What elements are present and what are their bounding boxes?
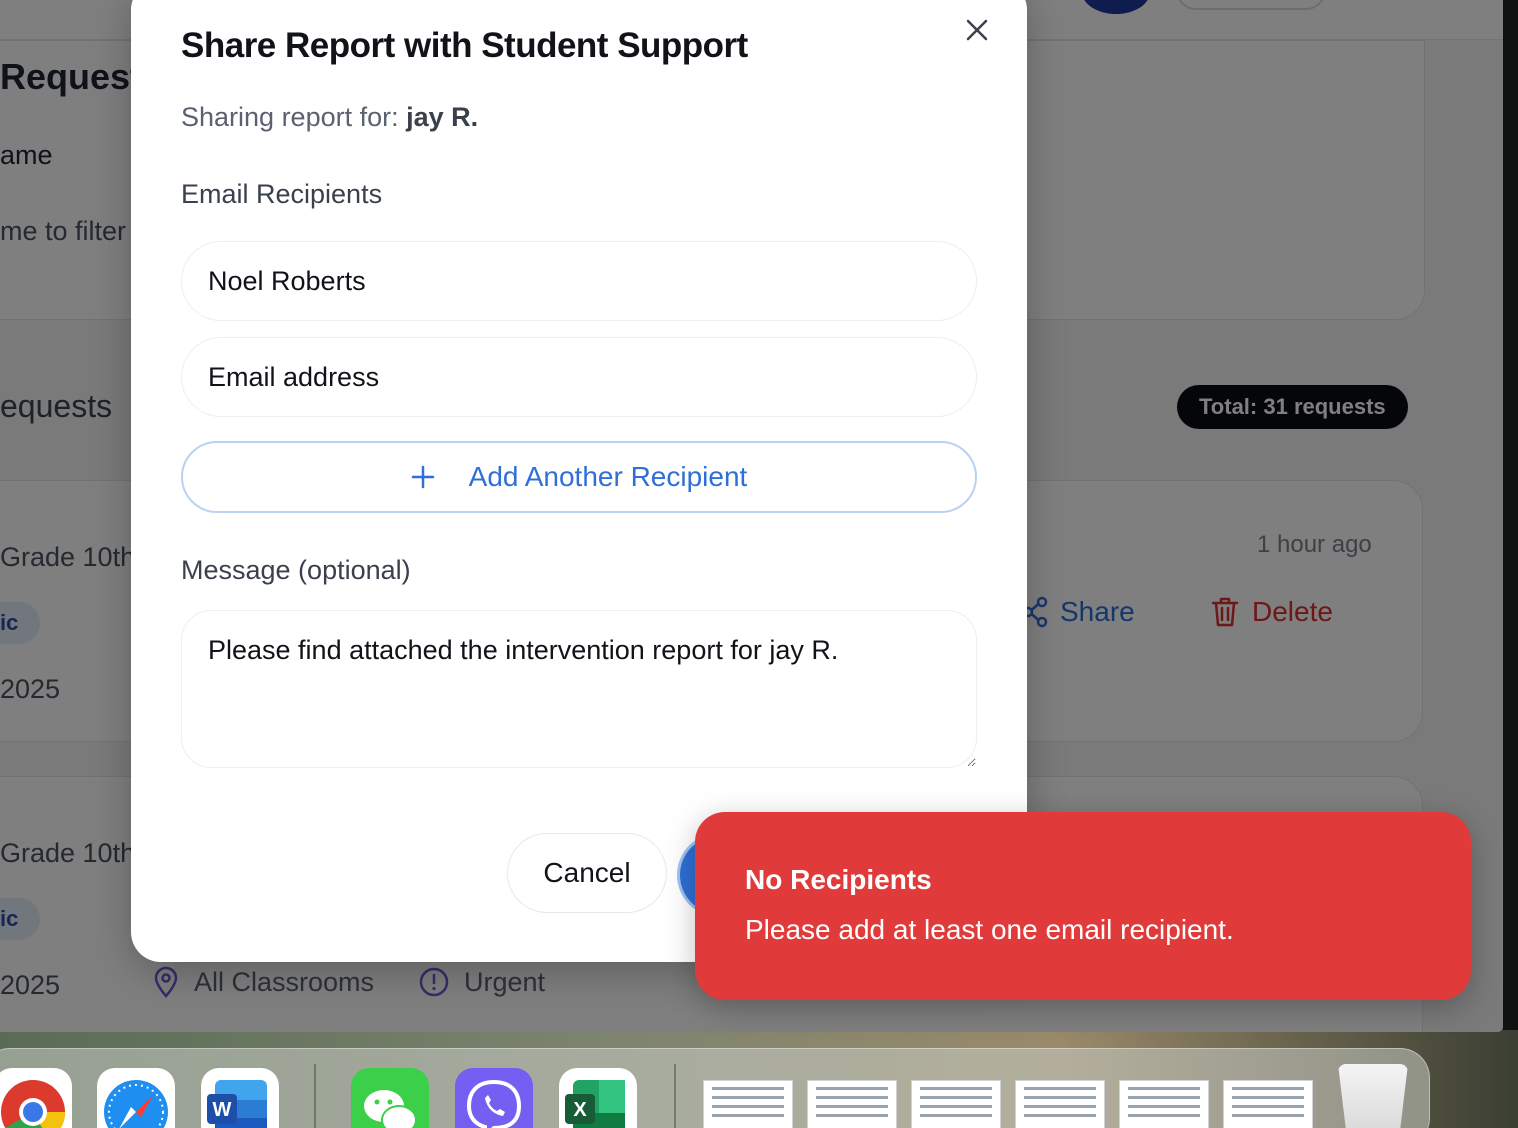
add-recipient-label: Add Another Recipient bbox=[468, 461, 748, 492]
trash-icon[interactable] bbox=[1338, 1064, 1408, 1128]
recent-document-thumbnail[interactable] bbox=[1119, 1080, 1209, 1128]
close-icon bbox=[966, 19, 988, 41]
error-toast: No Recipients Please add at least one em… bbox=[695, 812, 1471, 1000]
word-icon[interactable]: W bbox=[201, 1068, 279, 1128]
excel-icon[interactable]: X bbox=[559, 1068, 637, 1128]
desktop-wallpaper-edge bbox=[1503, 0, 1518, 1128]
dock-separator bbox=[314, 1064, 316, 1128]
close-button[interactable] bbox=[959, 12, 995, 48]
toast-message: Please add at least one email recipient. bbox=[745, 914, 1234, 945]
dialog-title: Share Report with Student Support bbox=[181, 26, 748, 65]
safari-icon[interactable] bbox=[97, 1068, 175, 1128]
recent-document-thumbnail[interactable] bbox=[1223, 1080, 1313, 1128]
student-name: jay R. bbox=[406, 102, 479, 132]
plus-icon bbox=[411, 465, 434, 489]
message-textarea[interactable]: Please find attached the intervention re… bbox=[181, 610, 977, 768]
recent-document-thumbnail[interactable] bbox=[1015, 1080, 1105, 1128]
email-recipients-label: Email Recipients bbox=[181, 179, 383, 209]
viber-icon[interactable] bbox=[455, 1068, 533, 1128]
add-recipient-button[interactable]: Add Another Recipient bbox=[181, 441, 977, 513]
svg-text:W: W bbox=[213, 1099, 232, 1121]
recent-document-thumbnail[interactable] bbox=[807, 1080, 897, 1128]
recent-document-thumbnail[interactable] bbox=[703, 1080, 793, 1128]
subtitle-prefix: Sharing report for: bbox=[181, 102, 407, 132]
recipient-email-input[interactable] bbox=[181, 337, 977, 417]
recipient-name-input[interactable] bbox=[181, 241, 977, 321]
dialog-subtitle: Sharing report for: jay R. bbox=[181, 102, 478, 133]
recent-document-thumbnail[interactable] bbox=[911, 1080, 1001, 1128]
cancel-button[interactable]: Cancel bbox=[507, 833, 667, 913]
toast-title: No Recipients bbox=[745, 864, 932, 895]
wechat-icon[interactable] bbox=[351, 1068, 429, 1128]
chrome-icon[interactable] bbox=[0, 1068, 72, 1128]
svg-text:X: X bbox=[573, 1099, 587, 1121]
dock-separator bbox=[674, 1064, 676, 1128]
message-label: Message (optional) bbox=[181, 555, 411, 585]
